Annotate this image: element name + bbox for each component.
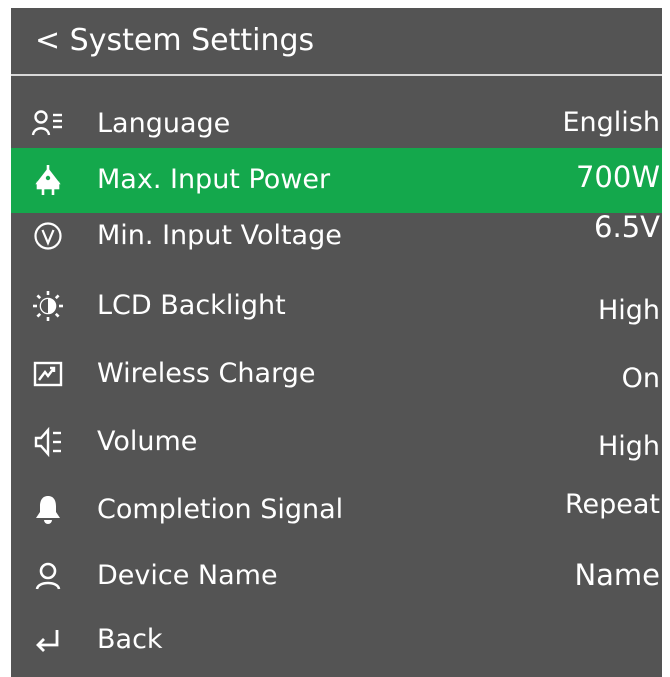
menu-item-value: English xyxy=(562,107,661,138)
menu-item-min-input-voltage[interactable]: Min. Input Voltage 6.5V xyxy=(11,204,662,269)
menu-item-value: High xyxy=(597,295,660,326)
menu-item-completion-signal[interactable]: Completion Signal Repeat xyxy=(11,478,662,543)
menu-item-value: Repeat xyxy=(564,489,660,520)
bell-icon xyxy=(31,494,65,526)
menu-item-back[interactable]: Back xyxy=(11,608,662,673)
menu-item-label: Max. Input Power xyxy=(97,164,331,195)
menu-item-label: Device Name xyxy=(97,560,278,591)
header-divider xyxy=(11,74,662,76)
menu-item-label: Min. Input Voltage xyxy=(97,220,342,251)
menu-item-label: Completion Signal xyxy=(97,494,344,525)
plug-icon xyxy=(31,164,65,196)
header-bar[interactable]: < System Settings xyxy=(11,8,662,74)
menu-item-lcd-backlight[interactable]: LCD Backlight High xyxy=(11,274,662,339)
menu-item-value: On xyxy=(621,363,660,394)
settings-screen: < System Settings Language English Max. … xyxy=(11,8,662,677)
menu-item-label: Wireless Charge xyxy=(97,358,316,389)
language-icon xyxy=(31,108,65,140)
menu-item-volume[interactable]: Volume High xyxy=(11,410,662,475)
menu-item-value: 6.5V xyxy=(594,210,660,244)
menu-item-value: 700W xyxy=(575,160,660,194)
return-icon xyxy=(31,624,65,656)
menu-item-wireless-charge[interactable]: Wireless Charge On xyxy=(11,342,662,407)
menu-item-value: High xyxy=(597,431,660,462)
menu-item-label: LCD Backlight xyxy=(97,290,286,321)
menu-item-label: Back xyxy=(97,624,163,655)
menu-item-label: Language xyxy=(97,108,231,139)
page-title[interactable]: < System Settings xyxy=(35,22,314,60)
brightness-icon xyxy=(31,290,65,322)
wireless-charge-icon xyxy=(31,358,65,390)
menu-item-value: Name xyxy=(574,558,660,592)
user-icon xyxy=(31,560,65,592)
voltage-icon xyxy=(31,220,65,252)
menu-item-label: Volume xyxy=(97,426,198,457)
menu-item-device-name[interactable]: Device Name Name xyxy=(11,544,662,609)
speaker-icon xyxy=(31,426,65,458)
